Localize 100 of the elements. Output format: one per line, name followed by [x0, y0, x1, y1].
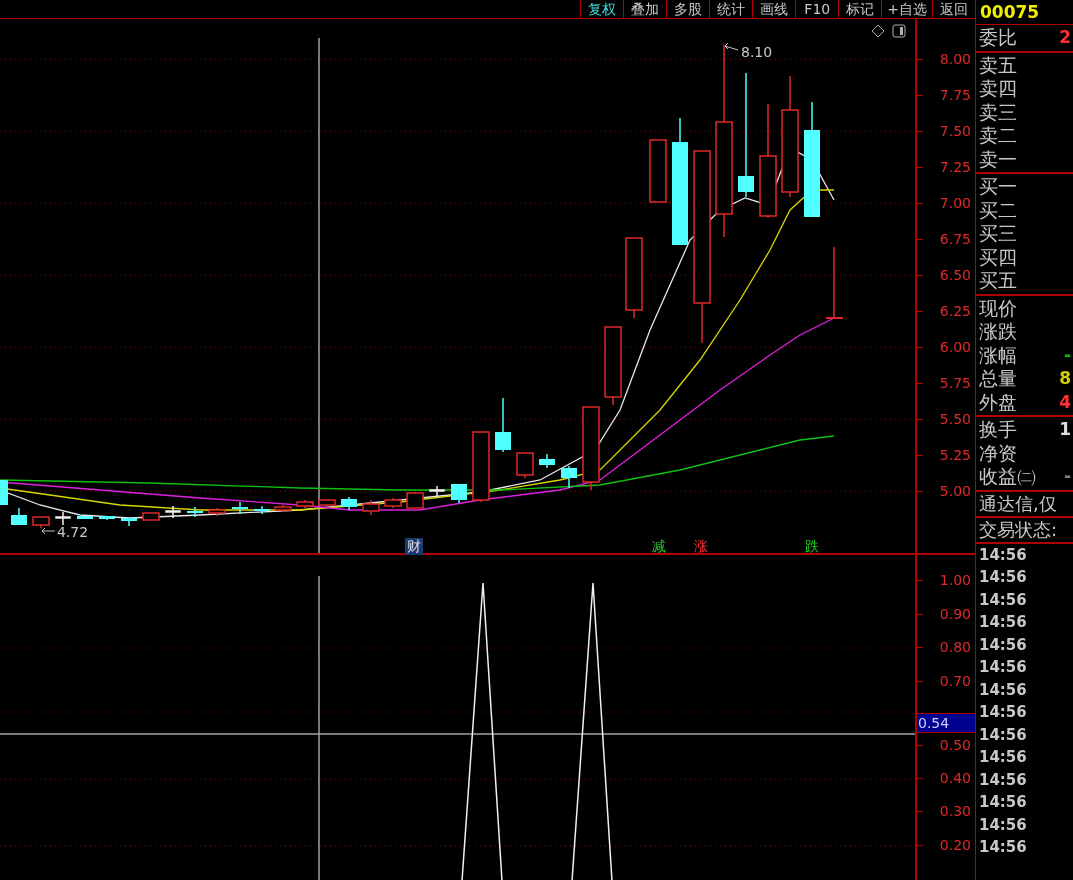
field-value: 4 — [1059, 390, 1071, 414]
axis-label: 8.00 — [939, 51, 971, 67]
event-marker[interactable]: 财 — [405, 538, 423, 555]
candlestick — [0, 479, 8, 506]
axis-label: 5.00 — [939, 483, 971, 499]
candlestick — [99, 515, 115, 521]
field-label: 卖三 — [979, 100, 1017, 124]
field-label: 涨跌 — [979, 320, 1017, 344]
tick-time: 14:56 — [978, 814, 1028, 836]
axis-label: 0.80 — [939, 639, 971, 655]
field-label: 净资 — [979, 441, 1017, 465]
diamond-icon[interactable] — [871, 24, 885, 38]
field-label: 买四 — [979, 245, 1017, 269]
axis-label: 0.90 — [939, 606, 971, 622]
candlestick — [187, 506, 203, 518]
candlestick — [318, 498, 336, 508]
tick-time: 14:56 — [978, 792, 1028, 813]
candlestick — [451, 483, 467, 504]
candlestick — [472, 431, 490, 503]
event-marker[interactable]: 跌 — [803, 538, 821, 555]
cursor-value-label: 0.54 — [917, 713, 975, 733]
candlestick — [429, 485, 445, 497]
tick-time: 14:56 — [978, 634, 1028, 656]
tick-time: 14:56 — [978, 679, 1028, 701]
field-value: 2 — [1059, 26, 1071, 49]
axis-label: 7.25 — [939, 159, 971, 175]
tick-time: 14:56 — [978, 544, 1028, 566]
candlestick — [296, 499, 314, 509]
field-label: 收益㈡ — [979, 465, 1036, 489]
axis-label: 7.75 — [939, 87, 971, 103]
field-label: 涨幅 — [979, 343, 1017, 367]
tick-time: 14:56 — [978, 657, 1028, 678]
high-price-label: 8.10 — [741, 44, 773, 60]
axis-label: 6.25 — [939, 303, 971, 319]
candlestick — [254, 505, 270, 515]
candlestick — [649, 139, 667, 203]
field-label: 卖四 — [979, 77, 1017, 101]
tick-time: 14:56 — [978, 769, 1028, 791]
field-label: 买一 — [979, 175, 1017, 199]
candlestick — [495, 397, 511, 453]
candlestick — [232, 501, 248, 515]
axis-label: 7.50 — [939, 123, 971, 139]
axis-label: 6.75 — [939, 231, 971, 247]
tick-time: 14:56 — [978, 612, 1028, 633]
axis-label: 1.00 — [939, 572, 971, 588]
event-marker[interactable]: 涨 — [692, 538, 710, 555]
candlestick — [406, 491, 424, 510]
axis-label: 5.50 — [939, 411, 971, 427]
field-label: 现价 — [979, 296, 1017, 320]
field-value: 1 — [1059, 418, 1071, 441]
tick-time: 14:56 — [978, 724, 1028, 746]
notice-text: 通达信,仅 — [976, 491, 1073, 518]
axis-label: 0.70 — [939, 673, 971, 689]
field-label: 总量 — [979, 367, 1017, 391]
stock-code: 00075 — [976, 0, 1073, 25]
field-value: - — [1063, 343, 1071, 367]
candlestick — [208, 507, 226, 517]
arrow-icon — [41, 527, 56, 535]
tick-time: 14:56 — [978, 747, 1028, 768]
axis-label: 0.30 — [939, 803, 971, 819]
axis-label: 0.50 — [939, 737, 971, 753]
candlestick — [165, 505, 181, 519]
field-value: - — [1063, 465, 1071, 488]
field-label: 换手 — [979, 418, 1017, 442]
candlestick — [55, 511, 71, 526]
field-label: 卖一 — [979, 147, 1017, 171]
trade-status-label: 交易状态: — [976, 517, 1073, 544]
panel-toggle-icon[interactable] — [892, 24, 906, 38]
field-label: 买三 — [979, 222, 1017, 246]
field-label: 卖五 — [979, 53, 1017, 77]
event-marker[interactable]: 减 — [650, 538, 668, 555]
tick-time: 14:56 — [978, 567, 1028, 588]
candlestick — [516, 452, 534, 479]
axis-label: 6.50 — [939, 267, 971, 283]
arrow-icon — [724, 42, 739, 51]
axis-label: 0.20 — [939, 837, 971, 853]
field-label: 外盘 — [979, 390, 1017, 414]
field-label: 买五 — [979, 269, 1017, 293]
axis-label: 5.25 — [939, 447, 971, 463]
tick-time: 14:56 — [978, 702, 1028, 723]
axis-label: 7.00 — [939, 195, 971, 211]
candlestick — [384, 497, 402, 509]
candlestick — [121, 517, 137, 527]
low-price-label: 4.72 — [57, 524, 89, 540]
candlestick — [77, 515, 93, 520]
tick-time: 14:56 — [978, 837, 1028, 858]
candlestick — [362, 499, 380, 516]
candlestick — [341, 496, 357, 511]
candlestick — [539, 453, 555, 469]
candlestick — [274, 504, 292, 513]
field-value: 8 — [1059, 367, 1071, 390]
candlestick — [32, 516, 50, 529]
tick-time: 14:56 — [978, 589, 1028, 611]
candlestick — [561, 465, 577, 489]
axis-label: 0.40 — [939, 770, 971, 786]
field-label: 买二 — [979, 198, 1017, 222]
field-label: 卖二 — [979, 124, 1017, 148]
axis-label: 5.75 — [939, 375, 971, 391]
candlestick — [11, 507, 27, 526]
field-label: 委比 — [979, 26, 1017, 50]
